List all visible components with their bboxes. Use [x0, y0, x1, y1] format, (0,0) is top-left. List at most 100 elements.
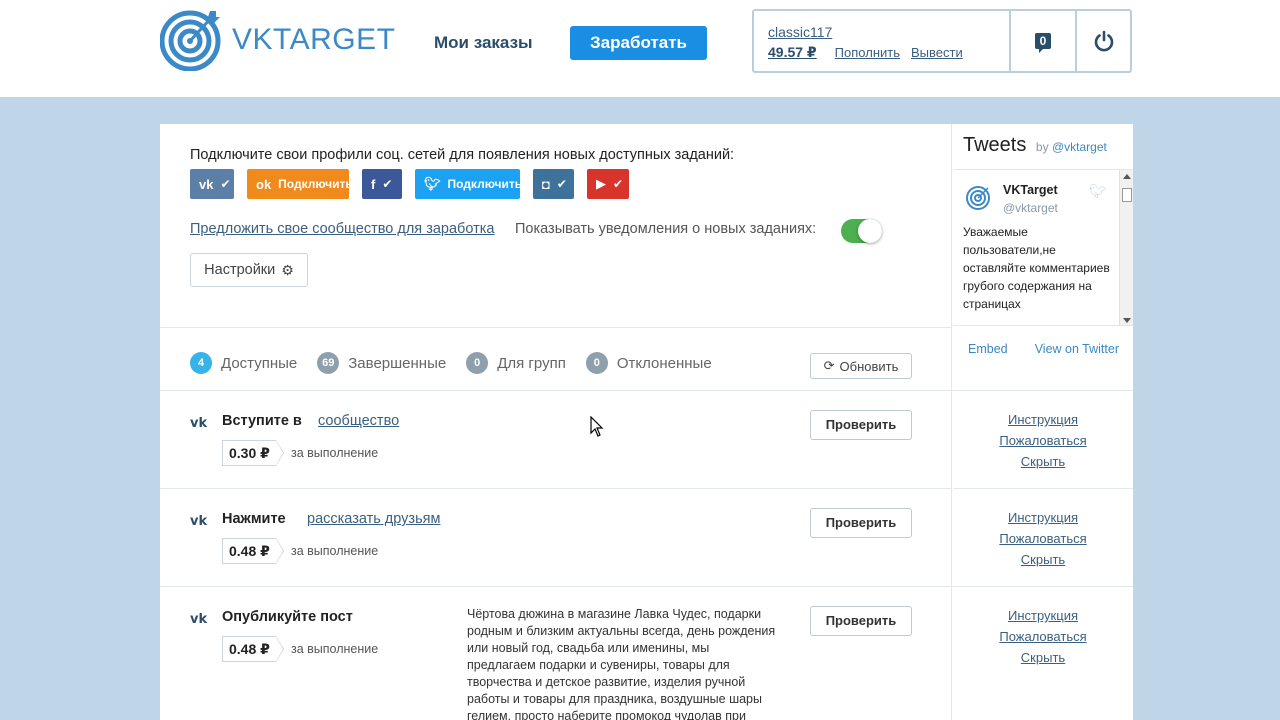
- tweet-author-name[interactable]: VKTarget: [1003, 183, 1058, 197]
- tab-label: Доступные: [221, 354, 298, 372]
- hide-link[interactable]: Скрыть: [953, 451, 1133, 472]
- task-price-note: за выполнение: [291, 544, 379, 558]
- refresh-icon: ⟳: [823, 358, 835, 373]
- tasks-column: Подключите свои профили соц. сетей для п…: [160, 124, 952, 720]
- user-info: classic117 49.57 ₽ Пополнить Вывести: [754, 11, 1011, 71]
- tweets-by: by @vktarget: [1036, 140, 1107, 154]
- check-icon: ✔: [220, 177, 231, 191]
- task-actions: Инструкция Пожаловаться Скрыть: [953, 605, 1133, 668]
- tweets-handle-link[interactable]: @vktarget: [1052, 140, 1107, 154]
- main-panel: Подключите свои профили соц. сетей для п…: [160, 124, 1133, 720]
- vk-icon: vk: [190, 612, 208, 627]
- tab-for-groups[interactable]: 0 Для групп: [466, 352, 566, 374]
- complain-link[interactable]: Пожаловаться: [953, 528, 1133, 549]
- check-button[interactable]: Проверить: [810, 508, 912, 538]
- vk-icon: vk: [190, 514, 208, 529]
- my-orders-link[interactable]: Мои заказы: [434, 33, 533, 53]
- tweet-text: Уважаемые пользователи,не оставляйте ком…: [963, 225, 1110, 311]
- view-on-twitter-link[interactable]: View on Twitter: [1035, 342, 1119, 356]
- connect-prompt: Подключите свои профили соц. сетей для п…: [190, 147, 735, 163]
- toggle-knob: [858, 219, 882, 243]
- tweet-avatar[interactable]: [966, 184, 992, 215]
- messages-button[interactable]: 0: [1011, 11, 1077, 71]
- task-actions: Инструкция Пожаловаться Скрыть: [953, 507, 1133, 570]
- suggest-community-link[interactable]: Предложить свое сообщество для заработка: [190, 221, 494, 237]
- logo-text: VKTARGET: [232, 23, 396, 56]
- complain-link[interactable]: Пожаловаться: [953, 626, 1133, 647]
- scroll-up-arrow-icon[interactable]: [1123, 174, 1131, 179]
- social-connect-row: vk ✔ ok Подключить f ✔ 🐦︎ Подключить ◘ ✔ ▶ ✔: [190, 169, 642, 199]
- task-row: vk Нажмите рассказать друзьям 0.48 ₽ за …: [160, 488, 952, 586]
- task-title: Вступите в: [222, 413, 302, 429]
- tweet-scrollbar[interactable]: [1119, 170, 1133, 325]
- task-price-note: за выполнение: [291, 446, 379, 460]
- hide-link[interactable]: Скрыть: [953, 647, 1133, 668]
- instagram-connect-button[interactable]: ◘ ✔: [533, 169, 574, 199]
- task-title: Нажмите: [222, 511, 286, 527]
- check-button[interactable]: Проверить: [810, 606, 912, 636]
- vk-icon: vk: [199, 176, 214, 192]
- twitter-icon: 🐦︎: [424, 176, 441, 191]
- check-icon: ✔: [556, 177, 567, 191]
- task-price: 0.48 ₽: [222, 636, 284, 662]
- tab-count-badge: 69: [317, 352, 340, 374]
- notify-toggle[interactable]: [841, 219, 882, 243]
- username-link[interactable]: classic117: [768, 24, 1009, 40]
- youtube-icon: ▶: [596, 176, 606, 191]
- youtube-connect-button[interactable]: ▶ ✔: [587, 169, 629, 199]
- tweets-footer: Embed View on Twitter: [953, 342, 1133, 356]
- balance[interactable]: 49.57 ₽: [768, 44, 817, 61]
- task-price: 0.30 ₽: [222, 440, 284, 466]
- top-header: VKTARGET Мои заказы Заработать classic11…: [0, 0, 1280, 97]
- tab-label: Отклоненные: [616, 354, 712, 372]
- divider: [160, 327, 952, 328]
- post-text: Чёртова дюжина в магазине Лавка Чудес, п…: [467, 607, 776, 720]
- divider: [953, 390, 1133, 391]
- instruction-link[interactable]: Инструкция: [953, 605, 1133, 626]
- check-button[interactable]: Проверить: [810, 410, 912, 440]
- tab-count-badge: 0: [466, 352, 489, 374]
- earn-button[interactable]: Заработать: [570, 26, 707, 60]
- tweets-header: Tweets by @vktarget: [963, 134, 1107, 157]
- instruction-link[interactable]: Инструкция: [953, 409, 1133, 430]
- withdraw-link[interactable]: Вывести: [911, 45, 963, 60]
- task-row: vk Опубликуйте пост 0.48 ₽ за выполнение…: [160, 586, 952, 720]
- target-logo-icon: [160, 10, 221, 71]
- instruction-link[interactable]: Инструкция: [953, 507, 1133, 528]
- tweets-title: Tweets: [963, 134, 1027, 156]
- task-price-note: за выполнение: [291, 642, 379, 656]
- target-logo-icon: [966, 186, 990, 210]
- tab-completed[interactable]: 69 Завершенные: [317, 352, 446, 374]
- divider: [953, 586, 1133, 587]
- task-actions: Инструкция Пожаловаться Скрыть: [953, 409, 1133, 472]
- settings-button[interactable]: Настройки ⚙: [190, 253, 308, 287]
- tweet-author-handle[interactable]: @vktarget: [1003, 201, 1058, 215]
- scroll-thumb[interactable]: [1122, 188, 1132, 202]
- logo[interactable]: VKTARGET: [160, 9, 395, 71]
- tab-available[interactable]: 4 Доступные: [190, 352, 297, 374]
- hide-link[interactable]: Скрыть: [953, 549, 1133, 570]
- side-column: Tweets by @vktarget VKTarget @vktarget 🐦…: [953, 124, 1133, 720]
- tweet-timeline[interactable]: VKTarget @vktarget 🐦︎ Уважаемые пользова…: [953, 169, 1133, 326]
- odnoklassniki-icon: ok: [256, 176, 272, 192]
- tab-label: Для групп: [497, 354, 566, 372]
- task-price: 0.48 ₽: [222, 538, 284, 564]
- ok-connect-button[interactable]: ok Подключить: [247, 169, 353, 199]
- refresh-button[interactable]: ⟳ Обновить: [810, 353, 912, 379]
- gear-icon: ⚙: [281, 261, 294, 278]
- vk-connect-button[interactable]: vk ✔: [190, 169, 234, 199]
- twitter-bird-icon[interactable]: 🐦︎: [1089, 183, 1107, 200]
- scroll-down-arrow-icon[interactable]: [1123, 318, 1131, 323]
- task-row: vk Вступите в сообщество 0.30 ₽ за выпол…: [160, 390, 952, 488]
- tab-rejected[interactable]: 0 Отклоненные: [585, 352, 712, 374]
- power-icon: [1094, 30, 1113, 52]
- twitter-connect-button[interactable]: 🐦︎ Подключить: [415, 169, 522, 199]
- logout-button[interactable]: [1077, 11, 1130, 71]
- complain-link[interactable]: Пожаловаться: [953, 430, 1133, 451]
- topup-link[interactable]: Пополнить: [835, 45, 900, 60]
- facebook-connect-button[interactable]: f ✔: [362, 169, 402, 199]
- task-link[interactable]: сообщество: [318, 413, 399, 429]
- embed-link[interactable]: Embed: [968, 342, 1008, 356]
- task-link[interactable]: рассказать друзьям: [307, 511, 440, 527]
- tweets-by-label: by: [1035, 140, 1049, 154]
